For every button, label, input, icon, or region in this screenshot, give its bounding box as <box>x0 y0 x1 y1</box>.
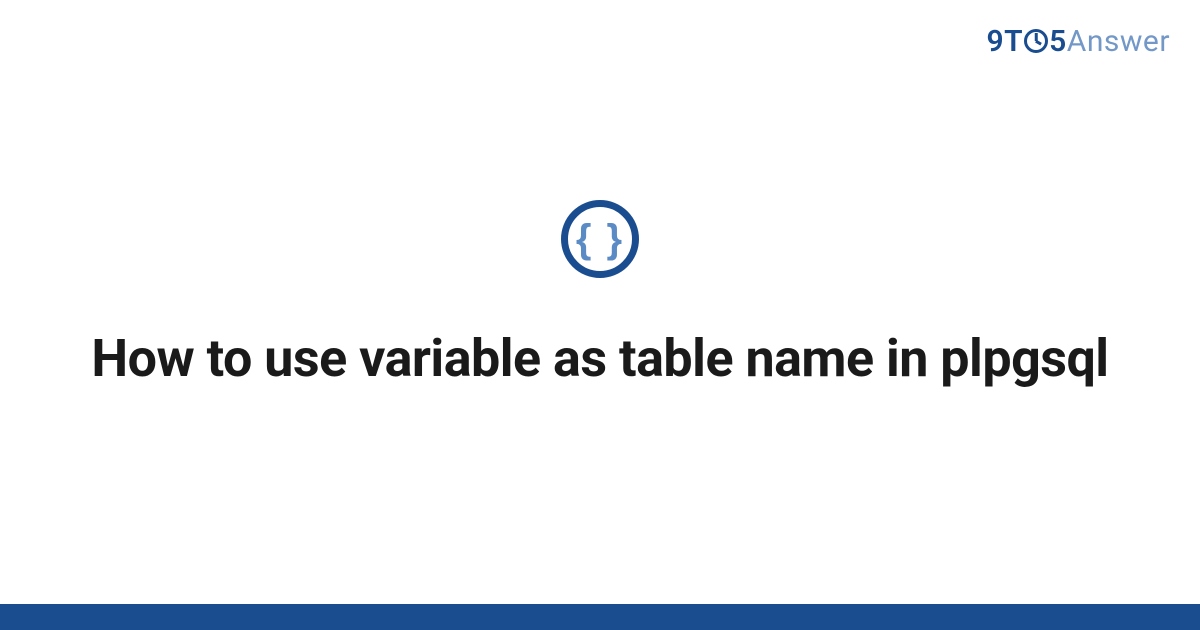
code-braces-icon: { } <box>561 200 639 278</box>
footer-accent-bar <box>0 604 1200 630</box>
braces-glyph: { } <box>576 219 624 259</box>
main-content: { } How to use variable as table name in… <box>0 0 1200 630</box>
page-title: How to use variable as table name in plp… <box>91 326 1108 391</box>
